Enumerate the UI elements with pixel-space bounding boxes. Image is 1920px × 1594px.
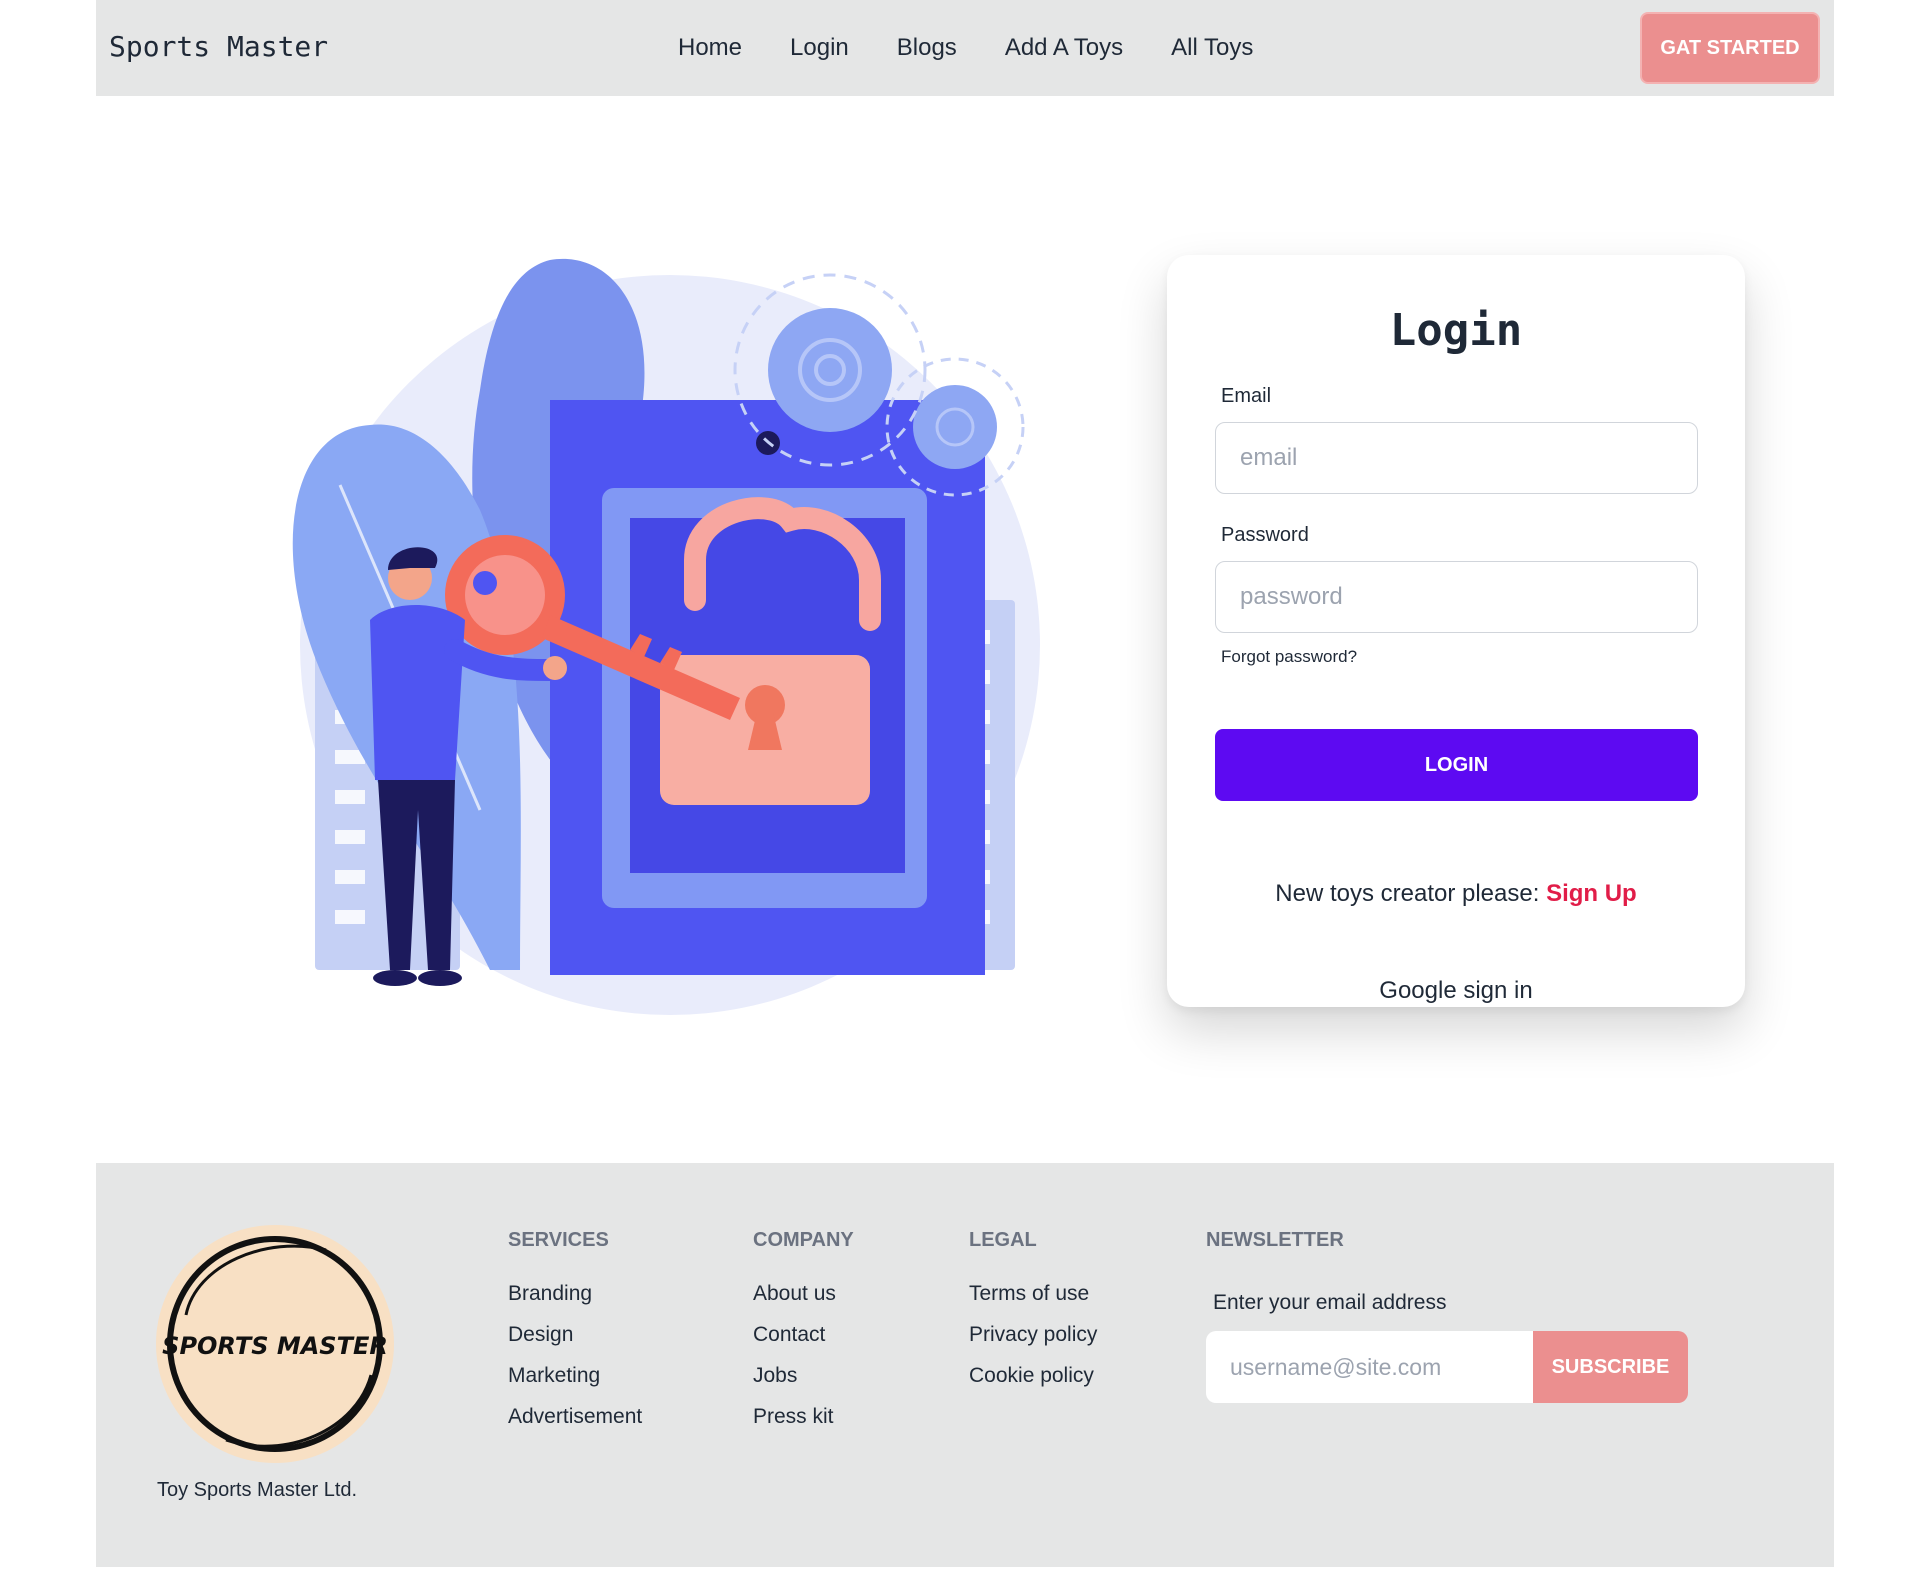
login-title: Login	[1389, 305, 1523, 356]
newsletter-column: NEWSLETTER	[1206, 1229, 1344, 1282]
footer-link-design[interactable]: Design	[508, 1323, 642, 1347]
nav-link-login[interactable]: Login	[790, 34, 849, 62]
newsletter-email-input[interactable]	[1206, 1331, 1533, 1403]
company-name: Toy Sports Master Ltd.	[157, 1479, 358, 1501]
footer-link-branding[interactable]: Branding	[508, 1282, 642, 1306]
footer-link-marketing[interactable]: Marketing	[508, 1364, 642, 1388]
nav-link-home[interactable]: Home	[678, 34, 742, 62]
footer-link-about[interactable]: About us	[753, 1282, 854, 1306]
services-title: SERVICES	[508, 1229, 609, 1251]
password-input[interactable]	[1215, 561, 1698, 633]
subscribe-button[interactable]: SUBSCRIBE	[1533, 1331, 1688, 1403]
main-nav: Home Login Blogs Add A Toys All Toys	[678, 34, 1301, 62]
footer-link-terms[interactable]: Terms of use	[969, 1282, 1097, 1306]
footer-link-press-kit[interactable]: Press kit	[753, 1405, 854, 1429]
signup-link[interactable]: Sign Up	[1546, 880, 1637, 907]
nav-link-all-toys[interactable]: All Toys	[1171, 34, 1253, 62]
footer-link-privacy[interactable]: Privacy policy	[969, 1323, 1097, 1347]
footer-link-advertisement[interactable]: Advertisement	[508, 1405, 642, 1429]
footer-logo: SPORTS MASTER	[156, 1225, 394, 1463]
get-started-button[interactable]: GAT STARTED	[1640, 12, 1820, 84]
nav-link-blogs[interactable]: Blogs	[897, 34, 957, 62]
email-label: Email	[1221, 385, 1272, 407]
signup-prompt-text: New toys creator please:	[1275, 880, 1540, 907]
forgot-password-link[interactable]: Forgot password?	[1221, 647, 1357, 667]
email-input[interactable]	[1215, 422, 1698, 494]
newsletter-label: Enter your email address	[1213, 1291, 1447, 1314]
footer-link-cookie[interactable]: Cookie policy	[969, 1364, 1097, 1388]
logo-text: SPORTS MASTER	[162, 1332, 388, 1360]
login-illustration	[250, 250, 1040, 1030]
nav-link-add-toys[interactable]: Add A Toys	[1005, 34, 1123, 62]
services-column: SERVICES Branding Design Marketing Adver…	[508, 1229, 642, 1446]
company-column: COMPANY About us Contact Jobs Press kit	[753, 1229, 854, 1446]
login-button[interactable]: LOGIN	[1215, 729, 1698, 801]
company-title: COMPANY	[753, 1229, 854, 1251]
google-signin-button[interactable]: Google sign in	[1167, 977, 1745, 1005]
footer: SPORTS MASTER Toy Sports Master Ltd. SER…	[96, 1163, 1834, 1567]
brand-logo[interactable]: Sports Master	[109, 30, 328, 63]
navbar: Sports Master Home Login Blogs Add A Toy…	[96, 0, 1834, 96]
password-label: Password	[1221, 524, 1309, 546]
footer-link-contact[interactable]: Contact	[753, 1323, 854, 1347]
legal-column: LEGAL Terms of use Privacy policy Cookie…	[969, 1229, 1097, 1405]
newsletter-title: NEWSLETTER	[1206, 1229, 1344, 1251]
login-card: Login Email Password Forgot password? LO…	[1167, 255, 1745, 1007]
signup-prompt: New toys creator please: Sign Up	[1167, 880, 1745, 908]
legal-title: LEGAL	[969, 1229, 1037, 1251]
lock-illustration	[292, 258, 1040, 1015]
footer-link-jobs[interactable]: Jobs	[753, 1364, 854, 1388]
sports-master-logo: SPORTS MASTER	[156, 1225, 394, 1463]
